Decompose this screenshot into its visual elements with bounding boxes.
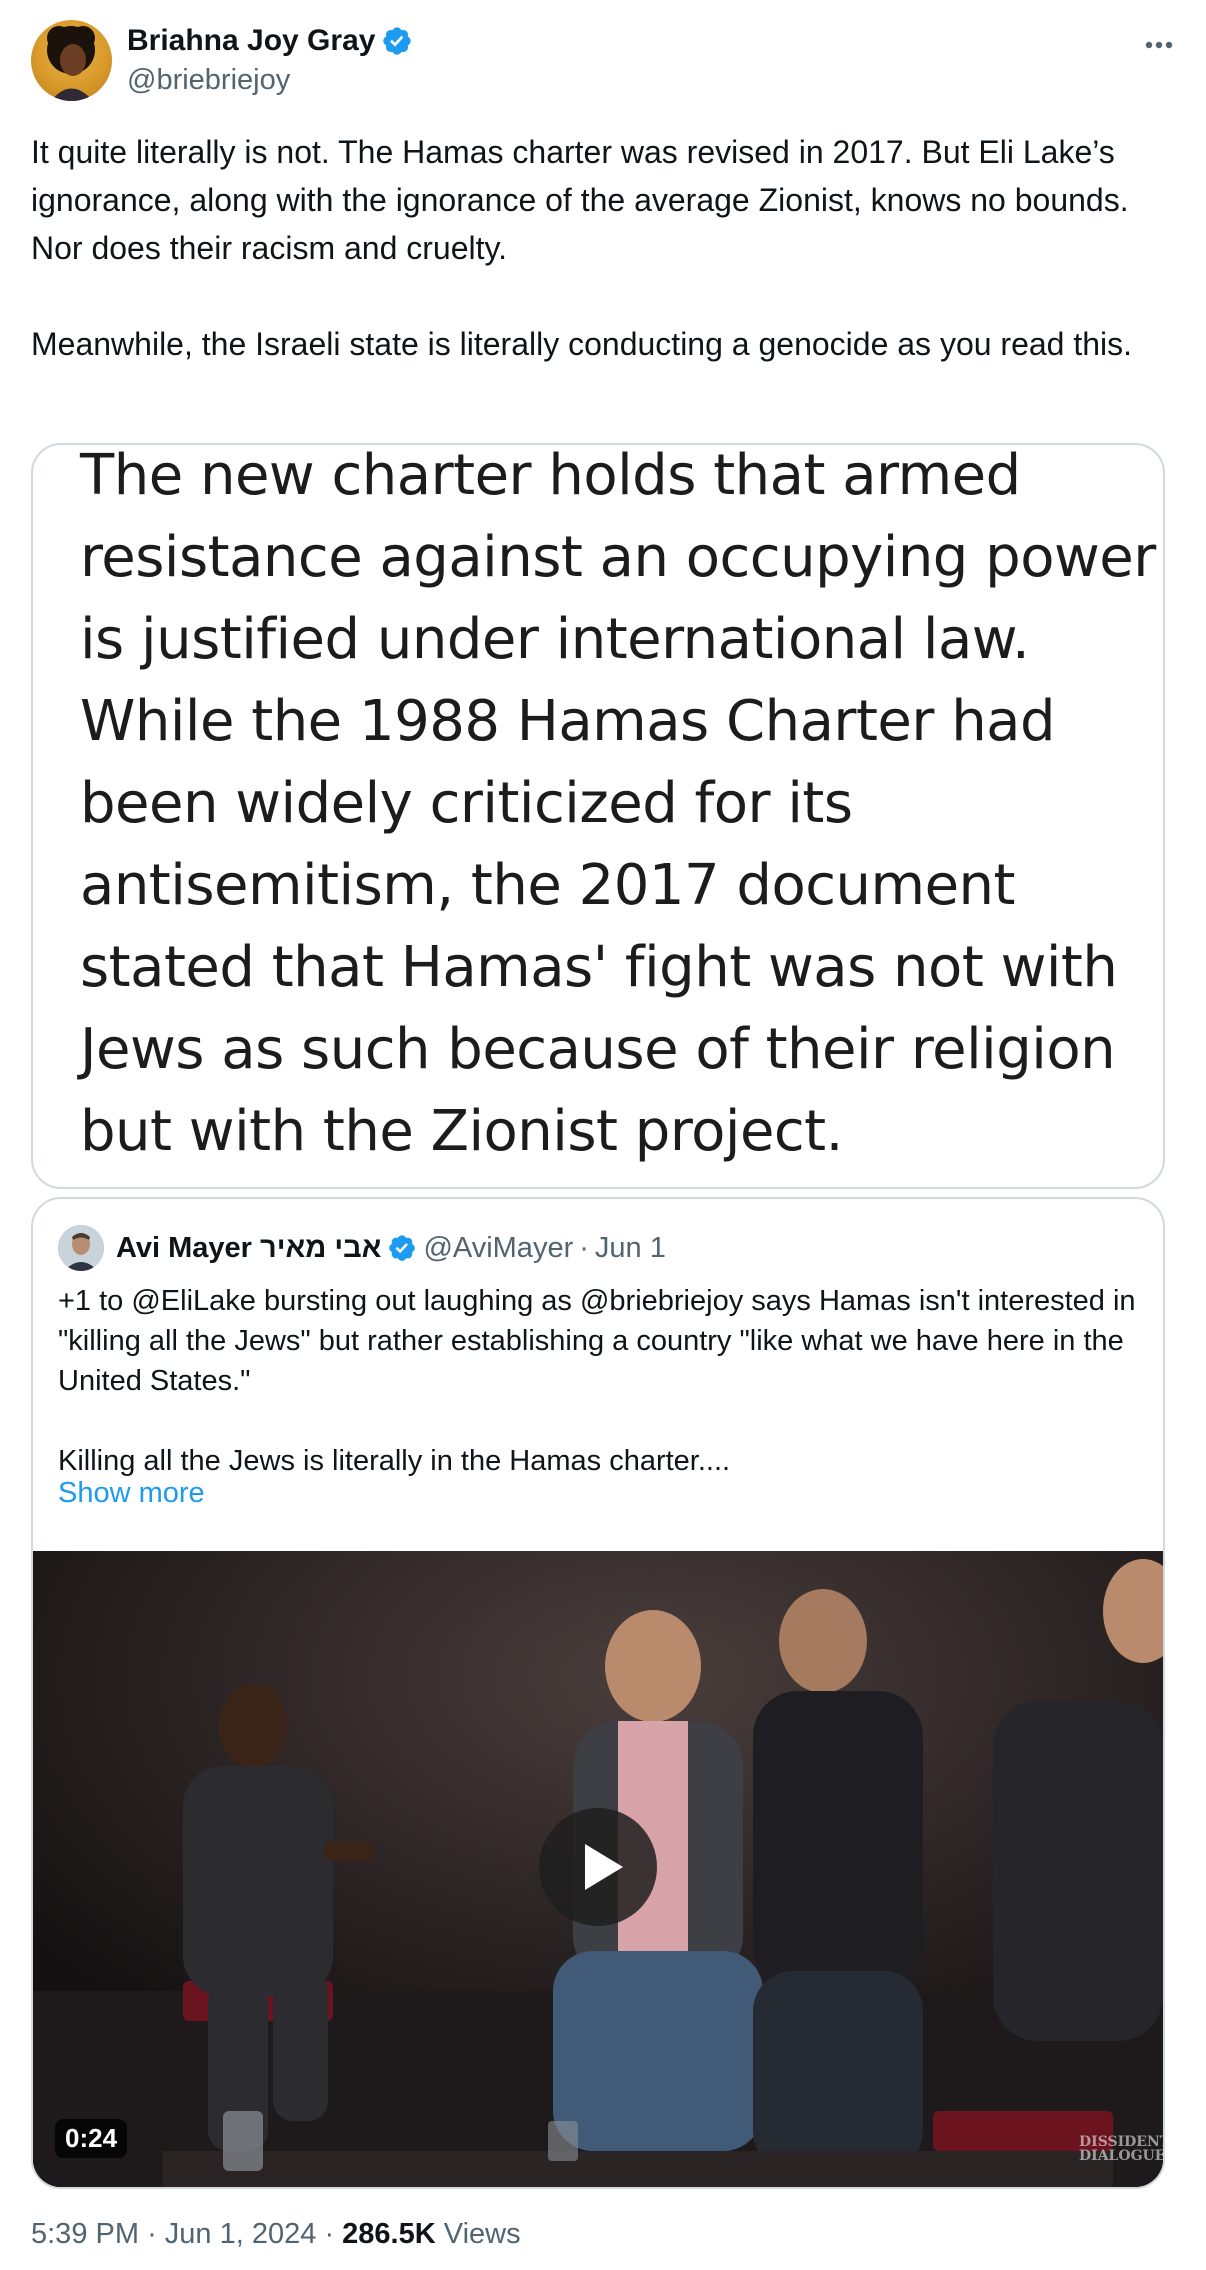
quoted-author-name[interactable]: Avi Mayer אבי מאיר bbox=[116, 1232, 381, 1265]
author-avatar-image bbox=[47, 26, 95, 101]
quoted-separator: · bbox=[579, 1231, 589, 1264]
tweet-date[interactable]: Jun 1, 2024 bbox=[165, 2218, 317, 2250]
views-count[interactable]: 286.5K bbox=[342, 2218, 436, 2250]
attached-image-card[interactable]: The new charter holds that armed resista… bbox=[31, 443, 1165, 1189]
tweet-header: Briahna Joy Gray @briebriejoy bbox=[31, 20, 1176, 105]
quoted-author-handle[interactable]: @AviMayer bbox=[423, 1232, 573, 1265]
author-avatar[interactable] bbox=[31, 20, 112, 101]
tweet-meta: 5:39 PM · Jun 1, 2024 · 286.5K Views bbox=[31, 2218, 521, 2251]
play-icon bbox=[585, 1844, 623, 1890]
show-more-link[interactable]: Show more bbox=[58, 1477, 205, 1510]
meta-separator-2: · bbox=[324, 2218, 335, 2250]
quoted-tweet[interactable]: Avi Mayer אבי מאיר @AviMayer · Jun 1 +1 … bbox=[31, 1197, 1165, 2189]
quoted-avatar-image bbox=[58, 1225, 104, 1271]
video-player[interactable]: 0:24 DISSIDENT DIALOGUES bbox=[33, 1551, 1163, 2187]
quoted-verified-badge-icon bbox=[389, 1235, 416, 1261]
quoted-tweet-text: +1 to @EliLake bursting out laughing as … bbox=[58, 1285, 1136, 1477]
verified-badge-icon bbox=[383, 27, 412, 55]
video-watermark: DISSIDENT DIALOGUES bbox=[1079, 2134, 1163, 2164]
play-button[interactable] bbox=[539, 1808, 657, 1926]
tweet-text: It quite literally is not. The Hamas cha… bbox=[31, 134, 1133, 362]
author-handle[interactable]: @briebriejoy bbox=[127, 64, 290, 97]
quoted-author-avatar[interactable] bbox=[58, 1225, 104, 1271]
image-card-text: The new charter holds that armed resista… bbox=[80, 443, 1156, 1164]
meta-separator: · bbox=[147, 2218, 157, 2250]
quoted-date[interactable]: Jun 1 bbox=[595, 1232, 666, 1265]
views-label: Views bbox=[443, 2218, 521, 2250]
author-name[interactable]: Briahna Joy Gray bbox=[127, 24, 375, 58]
tweet-time[interactable]: 5:39 PM bbox=[31, 2218, 139, 2250]
video-duration: 0:24 bbox=[55, 2119, 128, 2158]
more-options-icon[interactable] bbox=[1142, 30, 1176, 60]
quoted-tweet-header: Avi Mayer אבי מאיר @AviMayer · Jun 1 bbox=[58, 1223, 666, 1273]
